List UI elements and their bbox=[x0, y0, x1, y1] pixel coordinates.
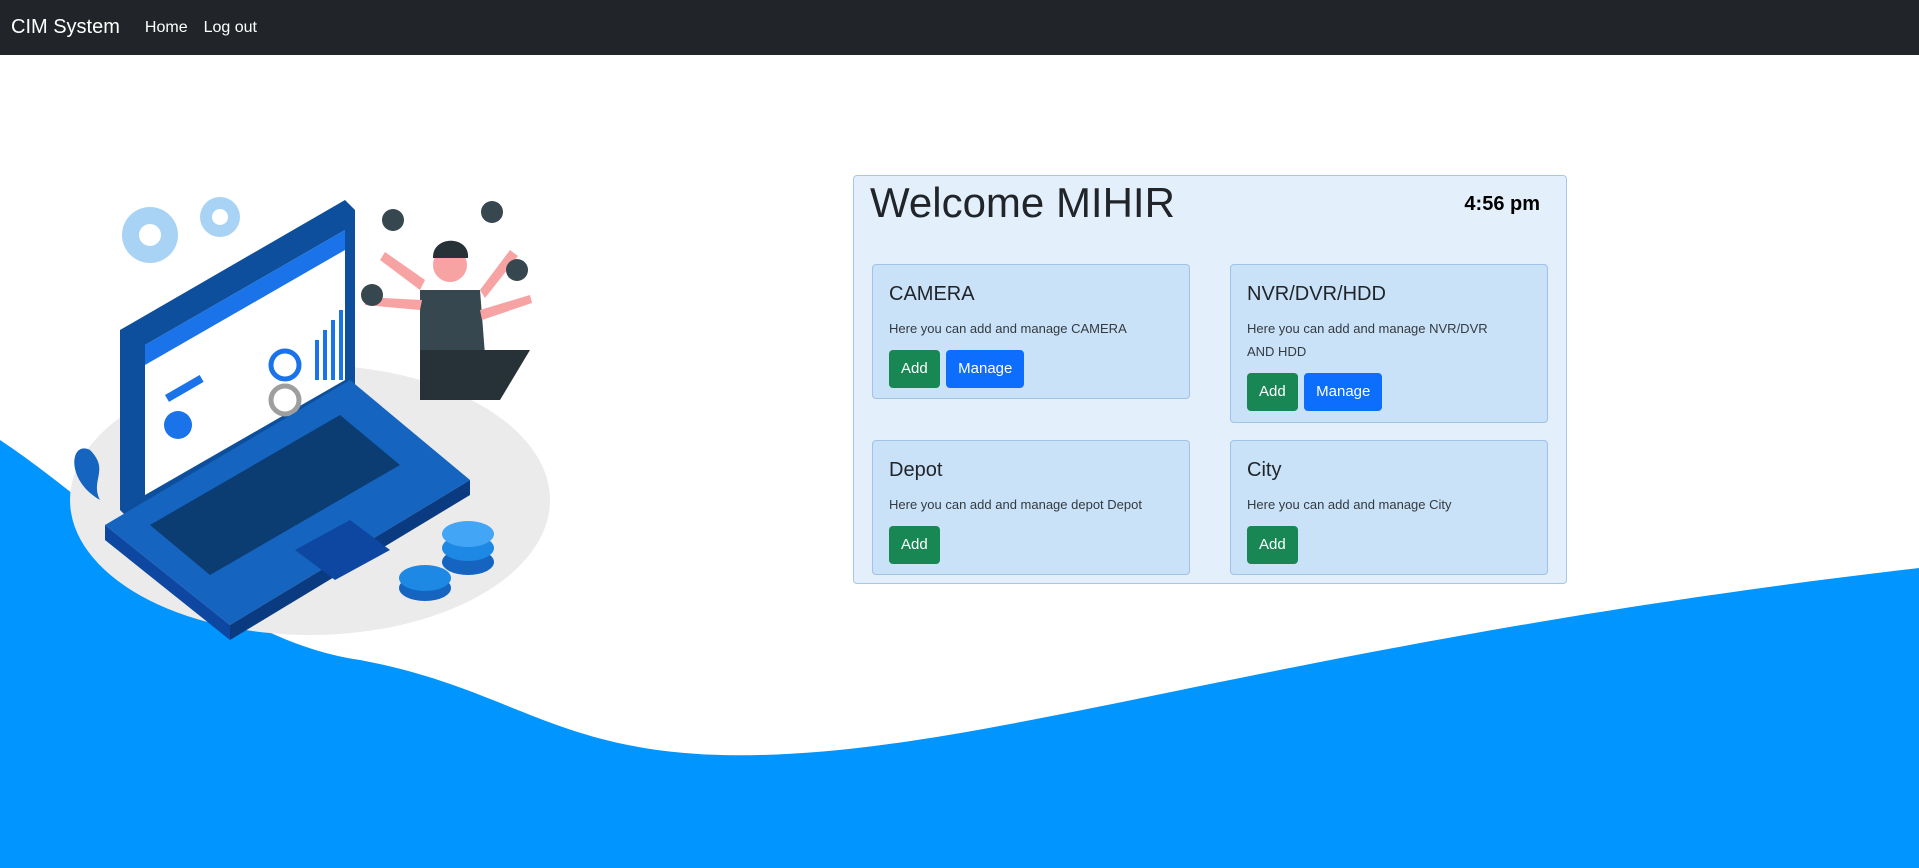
card-city: City Here you can add and manage City Ad… bbox=[1230, 440, 1548, 575]
welcome-heading: Welcome MIHIR bbox=[870, 179, 1175, 226]
camera-manage-button[interactable]: Manage bbox=[946, 350, 1025, 388]
welcome-panel: Welcome MIHIR 4:56 pm CAMERA Here you ca… bbox=[853, 175, 1567, 584]
card-text: Here you can add and manage depot Depot bbox=[889, 497, 1142, 512]
card-text: Here you can add and manage City bbox=[1247, 497, 1452, 512]
nav-home-link[interactable]: Home bbox=[145, 19, 188, 37]
nvr-add-button[interactable]: Add bbox=[1247, 373, 1298, 411]
city-add-button[interactable]: Add bbox=[1247, 526, 1298, 564]
navbar: CIM System Home Log out bbox=[0, 0, 1919, 55]
card-text: Here you can add and manage NVR/DVR AND … bbox=[1247, 321, 1488, 359]
camera-add-button[interactable]: Add bbox=[889, 350, 940, 388]
gear-icon bbox=[122, 197, 240, 263]
depot-add-button[interactable]: Add bbox=[889, 526, 940, 564]
card-nvr-dvr-hdd: NVR/DVR/HDD Here you can add and manage … bbox=[1230, 264, 1548, 423]
card-title: CAMERA bbox=[889, 283, 975, 305]
brand-link[interactable]: CIM System bbox=[11, 16, 120, 39]
nav-logout-link[interactable]: Log out bbox=[204, 19, 257, 37]
card-depot: Depot Here you can add and manage depot … bbox=[872, 440, 1190, 575]
nvr-manage-button[interactable]: Manage bbox=[1304, 373, 1383, 411]
card-text: Here you can add and manage CAMERA bbox=[889, 321, 1127, 336]
card-title: Depot bbox=[889, 459, 943, 481]
clock-time: 4:56 pm bbox=[1464, 193, 1540, 215]
admin-illustration bbox=[70, 197, 550, 640]
card-title: City bbox=[1247, 459, 1282, 481]
card-title: NVR/DVR/HDD bbox=[1247, 283, 1386, 305]
card-camera: CAMERA Here you can add and manage CAMER… bbox=[872, 264, 1190, 399]
